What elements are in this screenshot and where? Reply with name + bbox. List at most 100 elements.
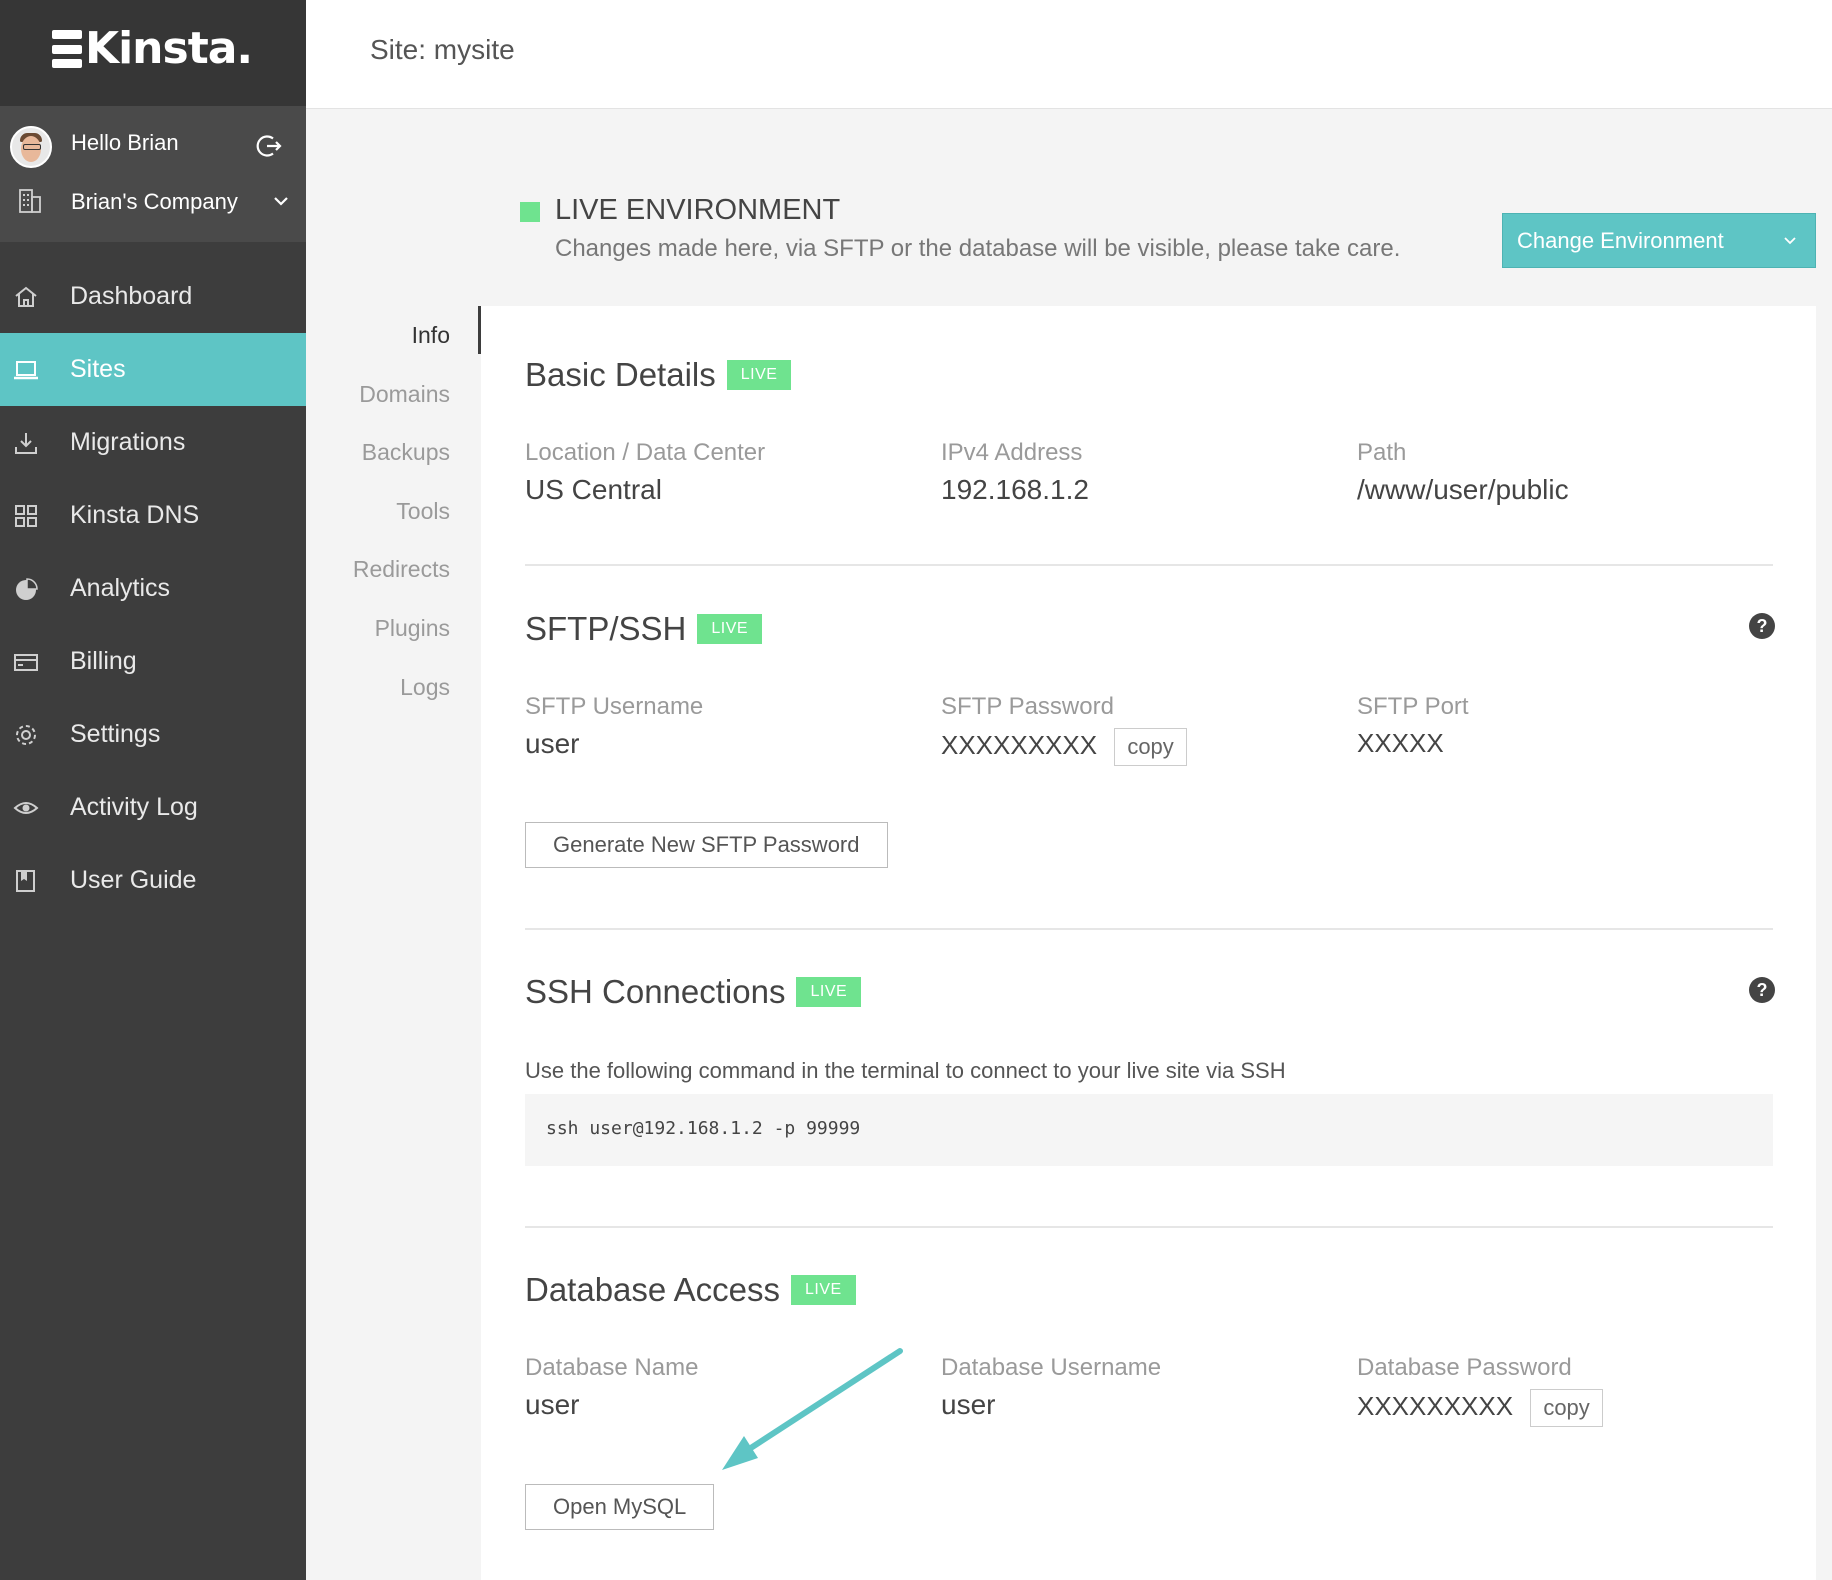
user-greeting: Hello Brian — [71, 130, 179, 155]
sftp-password-row: XXXXXXXXX copy — [941, 728, 1187, 766]
user-block — [0, 106, 306, 242]
tab-plugins[interactable]: Plugins — [375, 615, 450, 642]
home-icon — [15, 286, 37, 307]
database-password-value: XXXXXXXXX — [1357, 1390, 1514, 1421]
section-title: SFTP/SSH — [525, 610, 687, 647]
main-nav: Dashboard Sites Migrations Kinsta DNS An… — [0, 260, 306, 917]
chevron-down-icon — [1784, 237, 1796, 245]
logout-icon[interactable] — [256, 132, 284, 160]
tab-redirects[interactable]: Redirects — [353, 556, 450, 583]
ssh-command-box[interactable]: ssh user@192.168.1.2 -p 99999 — [525, 1094, 1773, 1166]
basic-details-heading: Basic Details LIVE — [525, 356, 792, 394]
kinsta-logo[interactable]: Kinsta. — [52, 23, 253, 74]
building-icon — [19, 189, 41, 213]
grid-icon — [15, 504, 37, 527]
tab-backups[interactable]: Backups — [362, 439, 450, 466]
nav-label: Sites — [70, 355, 126, 383]
sftp-username-label: SFTP Username — [525, 693, 704, 720]
database-password-label: Database Password — [1357, 1354, 1572, 1381]
section-divider — [525, 564, 1773, 566]
nav-item-sites[interactable]: Sites — [0, 333, 306, 406]
nav-item-user-guide[interactable]: User Guide — [0, 844, 306, 917]
nav-label: Billing — [70, 647, 137, 675]
kinsta-logo-mark-icon — [52, 30, 82, 68]
nav-item-billing[interactable]: Billing — [0, 625, 306, 698]
sftp-port-value: XXXXX — [1357, 728, 1444, 758]
nav-label: Activity Log — [70, 793, 198, 821]
live-badge: LIVE — [726, 360, 792, 390]
nav-item-kinsta-dns[interactable]: Kinsta DNS — [0, 479, 306, 552]
path-label: Path — [1357, 439, 1407, 466]
laptop-icon — [14, 360, 38, 379]
sidebar: Kinsta. Hello Brian Brian's Company Dash… — [0, 0, 306, 1580]
download-icon — [15, 432, 37, 454]
pie-chart-icon — [16, 577, 38, 600]
sftp-password-label: SFTP Password — [941, 693, 1114, 720]
avatar[interactable] — [10, 126, 52, 168]
credit-card-icon — [14, 653, 38, 671]
ssh-command[interactable]: ssh user@192.168.1.2 -p 99999 — [546, 1118, 860, 1139]
page-header: Site: mysite — [306, 0, 1832, 109]
nav-item-dashboard[interactable]: Dashboard — [0, 260, 306, 333]
open-mysql-button[interactable]: Open MySQL — [525, 1484, 715, 1530]
database-password-row: XXXXXXXXX copy — [1357, 1389, 1603, 1427]
tab-domains[interactable]: Domains — [359, 381, 450, 408]
live-badge: LIVE — [796, 977, 862, 1007]
page-title: Site: mysite — [370, 34, 515, 65]
nav-item-migrations[interactable]: Migrations — [0, 406, 306, 479]
nav-label: Analytics — [70, 574, 171, 602]
section-title: Basic Details — [525, 356, 716, 393]
gear-icon — [16, 724, 36, 745]
kinsta-logo-text: Kinsta. — [85, 23, 253, 74]
nav-label: Migrations — [70, 428, 186, 456]
ssh-description: Use the following command in the termina… — [525, 1058, 1286, 1083]
tab-logs[interactable]: Logs — [400, 674, 450, 701]
live-badge: LIVE — [790, 1275, 856, 1305]
sftp-heading: SFTP/SSH LIVE — [525, 610, 763, 648]
sftp-password-value: XXXXXXXXX — [941, 729, 1098, 760]
environment-title: LIVE ENVIRONMENT — [555, 194, 841, 226]
section-title: SSH Connections — [525, 973, 786, 1010]
sftp-port-label: SFTP Port — [1357, 693, 1469, 720]
ipv4-value: 192.168.1.2 — [941, 474, 1089, 505]
nav-label: Settings — [70, 720, 161, 748]
tab-tools[interactable]: Tools — [396, 498, 450, 525]
database-username-label: Database Username — [941, 1354, 1162, 1381]
logo-area: Kinsta. — [0, 0, 306, 106]
ssh-heading: SSH Connections LIVE — [525, 973, 862, 1011]
section-divider — [525, 928, 1773, 930]
tab-info[interactable]: Info — [412, 322, 450, 349]
live-status-indicator — [520, 202, 540, 222]
help-icon[interactable]: ? — [1749, 613, 1775, 639]
section-title: Database Access — [525, 1271, 780, 1308]
nav-item-settings[interactable]: Settings — [0, 698, 306, 771]
copy-sftp-password-button[interactable]: copy — [1114, 728, 1187, 766]
nav-item-activity-log[interactable]: Activity Log — [0, 771, 306, 844]
database-name-value: user — [525, 1389, 580, 1420]
section-divider — [525, 1226, 1773, 1228]
path-value: /www/user/public — [1357, 474, 1569, 505]
nav-item-analytics[interactable]: Analytics — [0, 552, 306, 625]
location-label: Location / Data Center — [525, 439, 766, 466]
help-icon[interactable]: ? — [1749, 977, 1775, 1003]
copy-database-password-button[interactable]: copy — [1530, 1389, 1603, 1427]
generate-sftp-password-button[interactable]: Generate New SFTP Password — [525, 822, 888, 868]
nav-label: Kinsta DNS — [70, 501, 200, 529]
company-switcher[interactable]: Brian's Company — [71, 189, 238, 215]
sftp-username-value: user — [525, 728, 580, 759]
change-environment-button[interactable]: Change Environment — [1502, 213, 1816, 268]
location-value: US Central — [525, 474, 662, 505]
book-icon — [16, 869, 35, 892]
content-panel: Basic Details LIVE Location / Data Cente… — [481, 306, 1816, 1580]
change-environment-label: Change Environment — [1517, 227, 1724, 253]
nav-label: User Guide — [70, 866, 197, 894]
database-name-label: Database Name — [525, 1354, 699, 1381]
ipv4-label: IPv4 Address — [941, 439, 1083, 466]
database-heading: Database Access LIVE — [525, 1271, 856, 1309]
live-badge: LIVE — [697, 614, 763, 644]
eye-icon — [13, 801, 39, 814]
database-username-value: user — [941, 1389, 996, 1420]
nav-label: Dashboard — [70, 282, 193, 310]
chevron-down-icon[interactable] — [273, 195, 289, 207]
environment-note: Changes made here, via SFTP or the datab… — [555, 235, 1401, 262]
